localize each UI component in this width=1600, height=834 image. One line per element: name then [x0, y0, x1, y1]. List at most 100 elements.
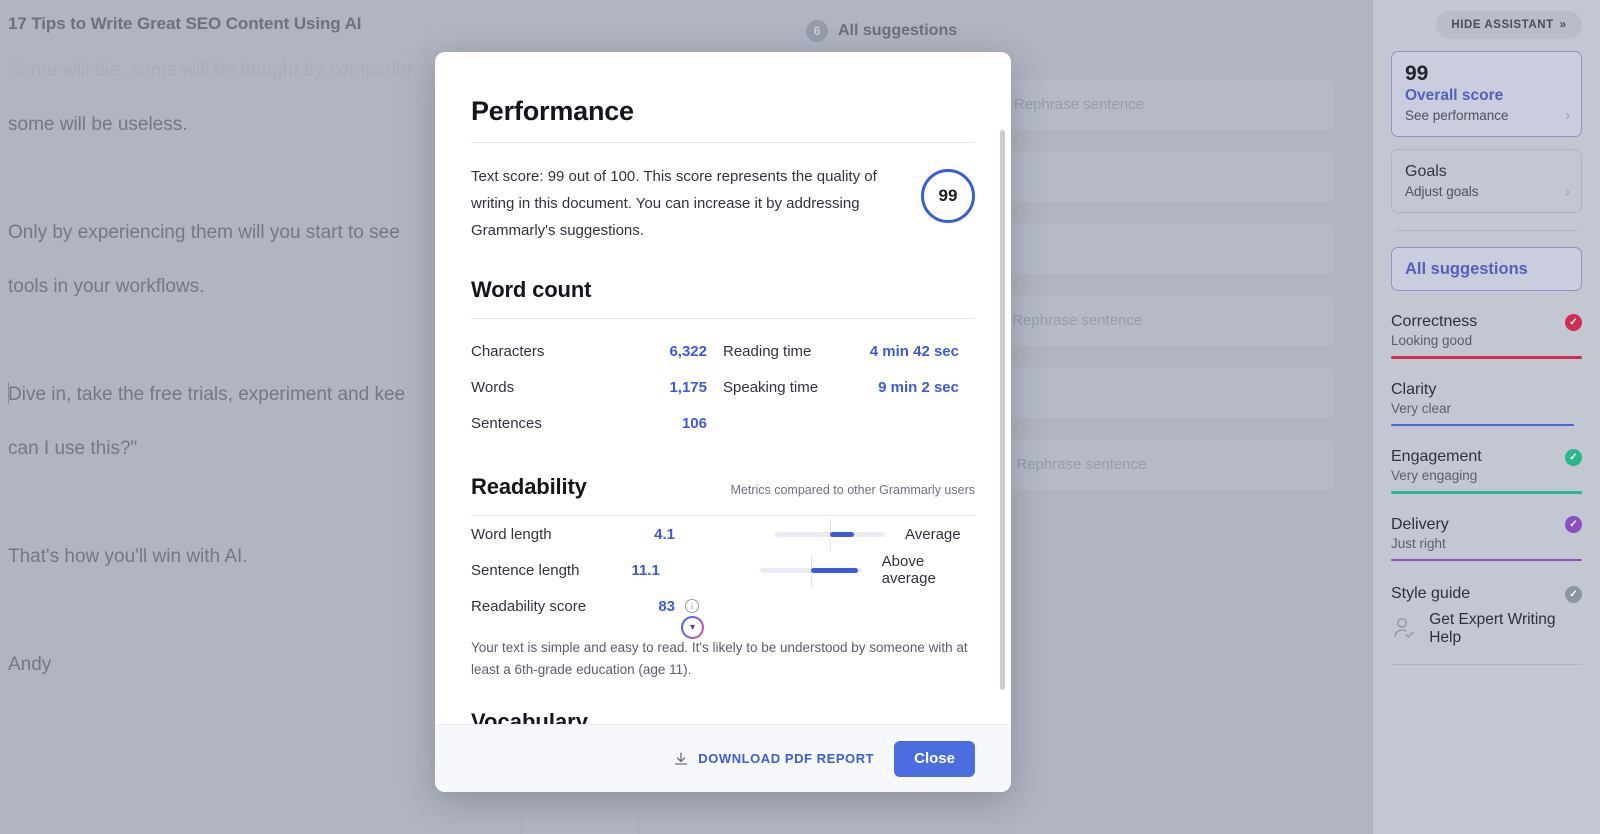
chevron-right-icon: ›	[1565, 183, 1570, 200]
metric-name: Style guide	[1391, 585, 1470, 603]
download-icon	[673, 751, 689, 767]
assistant-sidebar: HIDE ASSISTANT » 99 Overall score See pe…	[1372, 0, 1600, 834]
modal-footer: DOWNLOAD PDF REPORT Close	[435, 724, 1011, 792]
readability-header: Readability Metrics compared to other Gr…	[471, 474, 975, 500]
stat-value: 4 min 42 sec	[863, 343, 959, 360]
gauge-fill	[830, 532, 854, 537]
readability-row: Sentence length 11.1 Above average	[471, 552, 975, 588]
metric-bar	[1391, 356, 1582, 359]
metric-bar	[1391, 491, 1582, 494]
overall-score-title: Overall score	[1405, 87, 1568, 105]
readability-row: Word length 4.1 Average	[471, 516, 975, 552]
word-count-right-column: Reading time 4 min 42 sec Speaking time …	[723, 333, 975, 441]
stat-row: Reading time 4 min 42 sec	[723, 333, 975, 369]
readability-value: 4.1	[615, 526, 675, 543]
stat-label: Words	[471, 379, 611, 396]
stat-label: Characters	[471, 343, 611, 360]
gauge-fill	[811, 568, 858, 573]
suggestion-action: Rephrase sentence	[1016, 456, 1146, 473]
check-circle-icon: ✓	[1565, 586, 1582, 603]
info-icon[interactable]: i	[685, 599, 699, 613]
all-suggestions-button[interactable]: All suggestions	[1391, 247, 1582, 291]
download-pdf-report-button[interactable]: DOWNLOAD PDF REPORT	[673, 751, 874, 767]
overall-score-value: 99	[1405, 63, 1568, 85]
word-count-stats: Characters 6,322 Words 1,175 Sentences 1…	[471, 333, 975, 441]
stat-value: 9 min 2 sec	[863, 379, 959, 396]
readability-section: Readability Metrics compared to other Gr…	[471, 474, 975, 681]
overall-score-subtitle: See performance	[1405, 108, 1568, 123]
text-score-description: Text score: 99 out of 100. This score re…	[471, 163, 903, 244]
person-check-icon	[1391, 614, 1419, 644]
app-root: 17 Tips to Write Great SEO Content Using…	[0, 0, 1600, 834]
stat-value: 6,322	[611, 343, 707, 360]
metric-engagement[interactable]: Engagement ✓ Very engaging	[1391, 448, 1582, 494]
sidebar-divider	[1391, 664, 1582, 665]
metric-bar	[1391, 424, 1574, 427]
modal-title: Performance	[471, 96, 975, 127]
grammarly-assistant-button[interactable]: ▾	[681, 616, 704, 639]
metric-state: Very clear	[1391, 401, 1582, 416]
stat-value: 1,175	[611, 379, 707, 396]
hide-assistant-label: HIDE ASSISTANT	[1451, 19, 1553, 31]
word-count-section: Word count Characters 6,322 Words 1,175	[471, 277, 975, 441]
check-circle-icon: ✓	[1565, 449, 1582, 466]
readability-descriptor: Above average	[882, 553, 975, 587]
close-button[interactable]: Close	[894, 741, 975, 777]
metric-name: Delivery	[1391, 516, 1449, 534]
modal-title-rule	[471, 142, 975, 143]
metric-delivery[interactable]: Delivery ✓ Just right	[1391, 516, 1582, 562]
readability-score-row: Readability score 83 i	[471, 588, 975, 624]
text-score-ring: 99	[921, 169, 975, 223]
metric-state: Just right	[1391, 536, 1582, 551]
metric-state: Very engaging	[1391, 468, 1582, 483]
metric-clarity[interactable]: Clarity Very clear	[1391, 381, 1582, 427]
goals-title: Goals	[1405, 163, 1568, 181]
document-title: 17 Tips to Write Great SEO Content Using…	[8, 14, 361, 34]
readability-score-label: Readability score	[471, 598, 615, 615]
chevron-right-icon: ›	[1565, 107, 1570, 124]
readability-explanation: Your text is simple and easy to read. It…	[471, 637, 975, 681]
modal-scrollbar[interactable]	[1000, 130, 1005, 690]
expert-help-label: Get Expert Writing Help	[1429, 611, 1582, 648]
word-count-rule	[471, 318, 975, 319]
readability-descriptor: Average	[905, 526, 961, 543]
readability-heading: Readability	[471, 474, 587, 500]
readability-score-value: 83	[615, 598, 675, 615]
chevron-down-icon: ▾	[690, 622, 695, 633]
readability-label: Sentence length	[471, 562, 604, 579]
overall-score-panel[interactable]: 99 Overall score See performance ›	[1391, 51, 1582, 137]
suggestion-action: Rephrase sentence	[1012, 312, 1142, 329]
metric-name: Engagement	[1391, 448, 1482, 466]
sidebar-divider	[1395, 230, 1578, 231]
suggestions-count-badge: 6	[806, 20, 828, 42]
suggestions-header: 6 All suggestions	[806, 20, 957, 42]
stat-row: Characters 6,322	[471, 333, 723, 369]
metric-state: Looking good	[1391, 333, 1582, 348]
word-count-heading: Word count	[471, 277, 975, 303]
stat-value: 106	[611, 415, 707, 432]
check-circle-icon: ✓	[1565, 516, 1582, 533]
goals-subtitle: Adjust goals	[1405, 184, 1568, 199]
suggestion-action: Rephrase sentence	[1014, 96, 1144, 113]
readability-gauge	[775, 532, 885, 537]
download-pdf-report-label: DOWNLOAD PDF REPORT	[698, 751, 874, 766]
metric-name: Clarity	[1391, 381, 1436, 399]
performance-modal-body: Performance Text score: 99 out of 100. T…	[435, 52, 1011, 724]
text-score-block: Text score: 99 out of 100. This score re…	[471, 163, 975, 244]
goals-panel[interactable]: Goals Adjust goals ›	[1391, 149, 1582, 213]
stat-row: Sentences 106	[471, 405, 723, 441]
page-boundary-marker	[521, 810, 639, 834]
stat-row: Words 1,175	[471, 369, 723, 405]
metric-style-guide[interactable]: Style guide ✓	[1391, 585, 1582, 603]
chevron-double-right-icon: »	[1560, 19, 1567, 31]
get-expert-writing-help-button[interactable]: Get Expert Writing Help	[1391, 611, 1582, 648]
metric-bar	[1391, 559, 1582, 562]
word-count-left-column: Characters 6,322 Words 1,175 Sentences 1…	[471, 333, 723, 441]
hide-assistant-button[interactable]: HIDE ASSISTANT »	[1436, 11, 1582, 39]
suggestions-header-label: All suggestions	[838, 22, 957, 40]
performance-modal: Performance Text score: 99 out of 100. T…	[435, 52, 1011, 792]
readability-note: Metrics compared to other Grammarly user…	[730, 483, 975, 497]
readability-gauge	[760, 568, 862, 573]
readability-label: Word length	[471, 526, 615, 543]
metric-correctness[interactable]: Correctness ✓ Looking good	[1391, 313, 1582, 359]
